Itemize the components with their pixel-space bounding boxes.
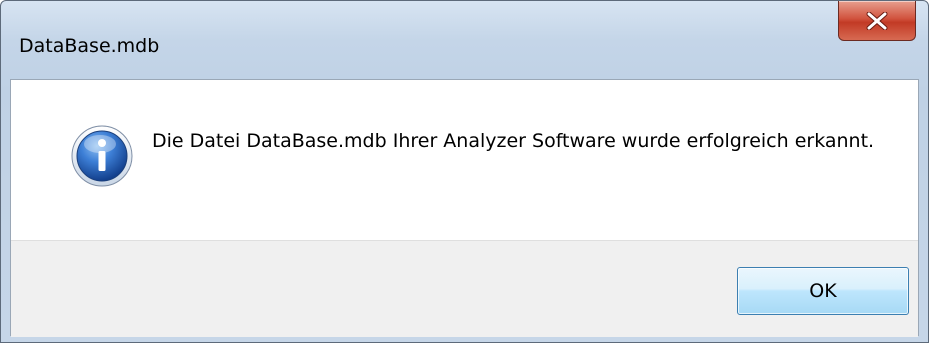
message-area: Die Datei DataBase.mdb Ihrer Analyzer So… (11, 80, 918, 240)
info-icon (70, 124, 134, 188)
window-title: DataBase.mdb (19, 35, 160, 57)
titlebar: DataBase.mdb (1, 1, 928, 79)
message-dialog-window: DataBase.mdb Die Datei DataBase.mdb Ihre… (0, 0, 929, 343)
message-text: Die Datei DataBase.mdb Ihrer Analyzer So… (152, 130, 875, 152)
ok-button[interactable]: OK (737, 267, 909, 315)
close-icon (866, 11, 888, 30)
dialog-footer: OK (11, 240, 918, 337)
close-button[interactable] (838, 1, 916, 41)
dialog-content: Die Datei DataBase.mdb Ihrer Analyzer So… (10, 79, 919, 337)
